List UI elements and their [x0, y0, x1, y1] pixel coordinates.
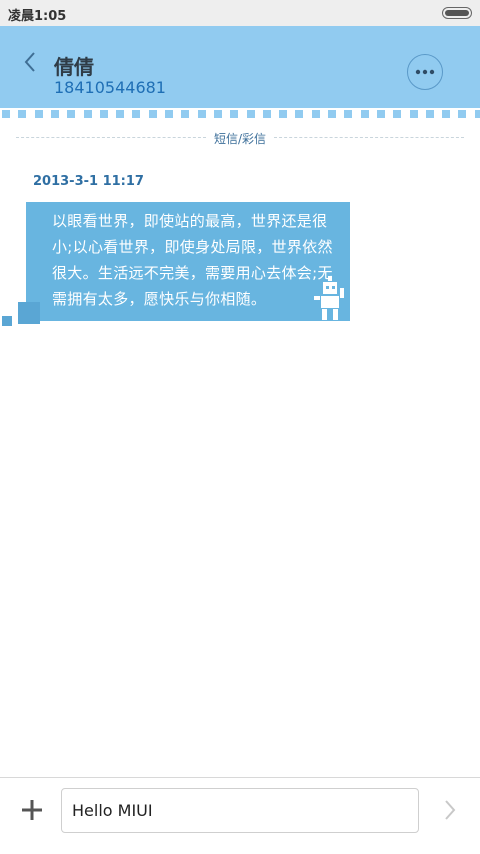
message-input[interactable]: Hello MIUI — [61, 788, 419, 833]
header-decoration-dot — [35, 110, 43, 118]
more-options-button[interactable] — [407, 54, 443, 90]
header-decoration-dot — [263, 110, 271, 118]
message-type-divider: 短信/彩信 — [16, 128, 464, 148]
header-decoration-dot — [2, 110, 10, 118]
attach-button[interactable] — [18, 796, 46, 824]
battery-icon — [442, 7, 472, 19]
header-decoration-dot — [377, 110, 385, 118]
header-decoration-dot — [100, 110, 108, 118]
header-decoration-dot — [116, 110, 124, 118]
header-decoration-dot — [295, 110, 303, 118]
header-decoration-dot — [181, 110, 189, 118]
header-decoration-dot — [214, 110, 222, 118]
header-decoration-dot — [458, 110, 466, 118]
header-decoration-dot — [165, 110, 173, 118]
header-decoration-dot — [149, 110, 157, 118]
header-decoration-dot — [475, 110, 480, 118]
contact-number[interactable]: 18410544681 — [54, 78, 166, 97]
more-icon — [415, 69, 435, 75]
chevron-right-icon — [445, 800, 456, 820]
robot-icon — [314, 276, 344, 320]
plus-icon — [22, 800, 42, 820]
header-decoration-dot — [230, 110, 238, 118]
header-decoration-dot — [67, 110, 75, 118]
send-button[interactable] — [436, 796, 464, 824]
status-bar: 凌晨1:05 — [0, 0, 480, 26]
header-decoration — [0, 108, 480, 118]
header-decoration-dot — [344, 110, 352, 118]
header-decoration-dot — [410, 110, 418, 118]
header-decoration-dot — [393, 110, 401, 118]
header-decoration-dot — [279, 110, 287, 118]
header-decoration-dot — [247, 110, 255, 118]
message-timestamp: 2013-3-1 11:17 — [33, 174, 144, 189]
header-decoration-dot — [328, 110, 336, 118]
divider-label: 短信/彩信 — [207, 130, 273, 147]
conversation-header: 倩倩 18410544681 — [0, 26, 480, 108]
message-bubble[interactable]: 以眼看世界，即使站的最高，世界还是很小;以心看世界，即使身处局限，世界依然很大。… — [26, 202, 350, 321]
header-decoration-dot — [361, 110, 369, 118]
bubble-decoration — [18, 302, 40, 324]
composer-bar: Hello MIUI — [0, 777, 480, 854]
header-decoration-dot — [312, 110, 320, 118]
message-text: 以眼看世界，即使站的最高，世界还是很小;以心看世界，即使身处局限，世界依然很大。… — [52, 212, 333, 308]
header-decoration-dot — [51, 110, 59, 118]
header-decoration-dot — [84, 110, 92, 118]
header-decoration-dot — [18, 110, 26, 118]
bubble-decoration — [2, 316, 12, 326]
back-button[interactable] — [16, 48, 44, 76]
header-decoration-dot — [426, 110, 434, 118]
header-decoration-dot — [132, 110, 140, 118]
status-time: 凌晨1:05 — [8, 9, 67, 24]
header-decoration-dot — [442, 110, 450, 118]
header-decoration-dot — [198, 110, 206, 118]
contact-name: 倩倩 — [54, 55, 94, 79]
chevron-left-icon — [24, 52, 35, 72]
